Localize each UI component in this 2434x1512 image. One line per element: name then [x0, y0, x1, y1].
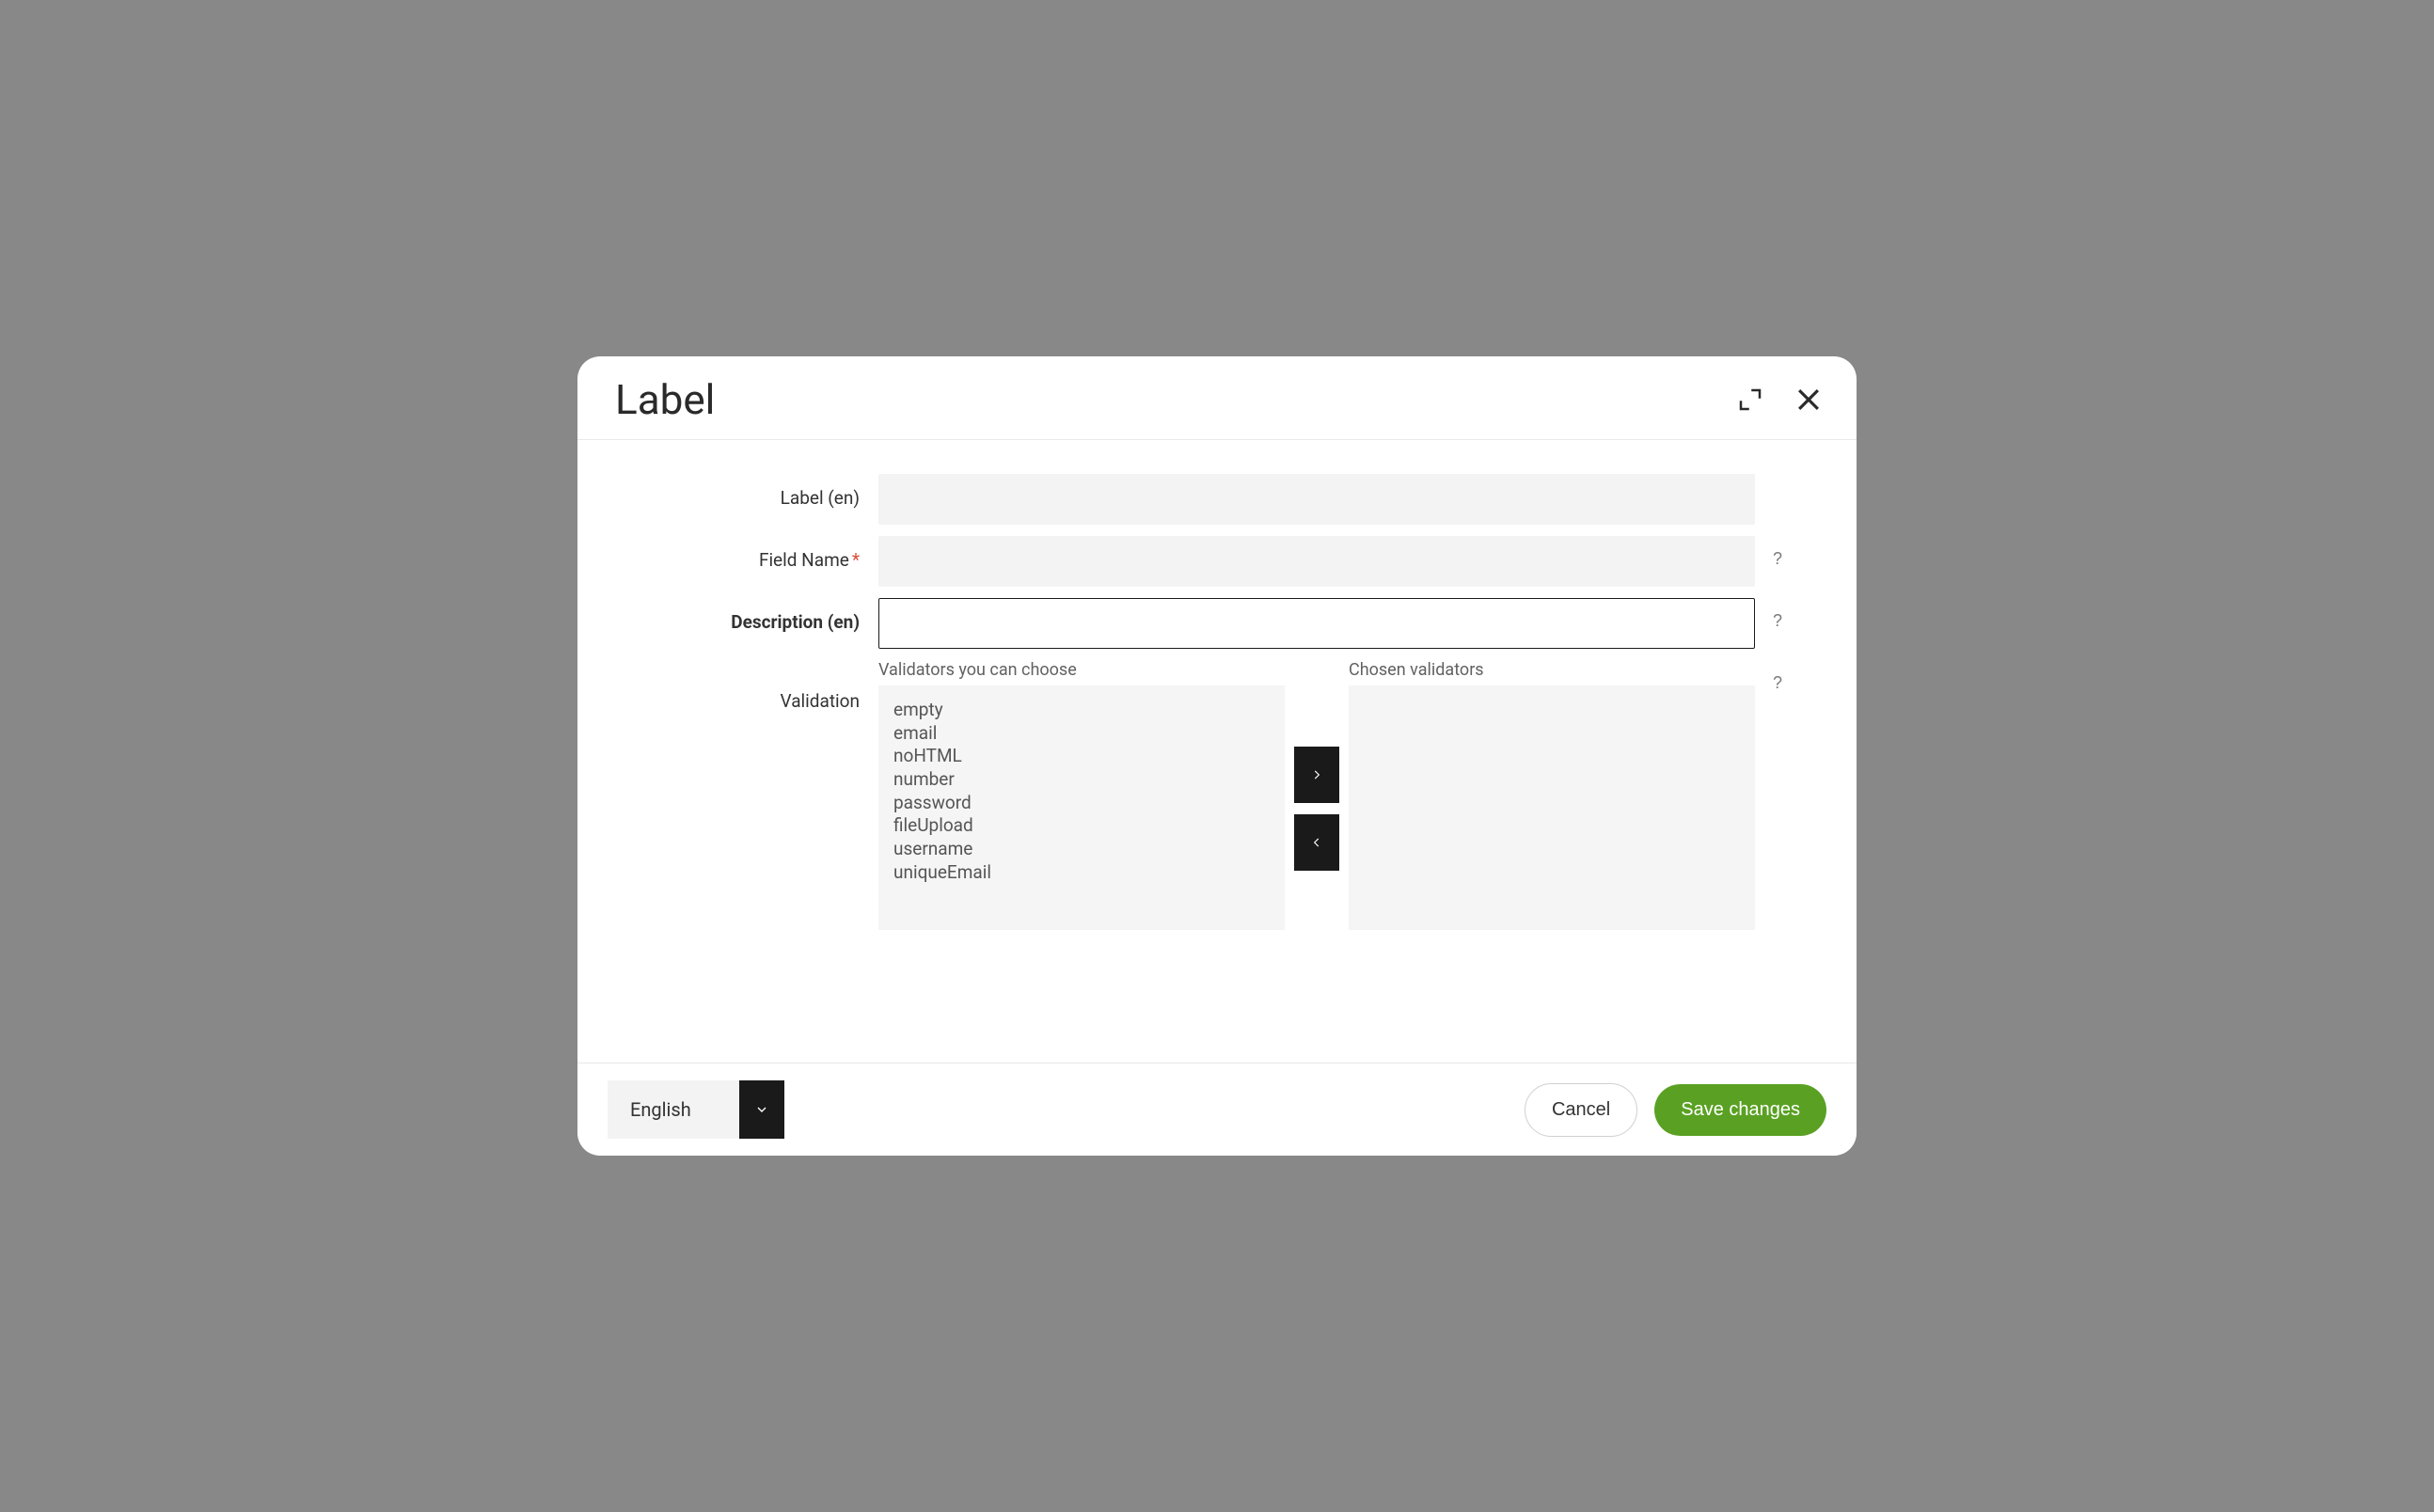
validation-label: Validation — [634, 660, 878, 712]
transfer-buttons — [1294, 660, 1339, 930]
row-description: Description (en) ? — [634, 598, 1800, 649]
language-value: English — [608, 1080, 739, 1139]
chevron-down-icon[interactable] — [739, 1080, 784, 1139]
validator-item[interactable]: fileUpload — [893, 814, 1270, 838]
row-field-name: Field Name* ? — [634, 536, 1800, 587]
row-validation: Validation Validators you can choose emp… — [634, 660, 1800, 930]
chosen-validators-block: Chosen validators — [1349, 660, 1755, 930]
description-label: Description (en) — [634, 598, 878, 633]
required-indicator: * — [852, 549, 860, 571]
language-select[interactable]: English — [608, 1080, 784, 1139]
available-validators-list[interactable]: emptyemailnoHTMLnumberpasswordfileUpload… — [878, 685, 1285, 930]
validator-item[interactable]: noHTML — [893, 745, 1270, 768]
label-en-input[interactable] — [878, 474, 1755, 525]
validator-item[interactable]: password — [893, 792, 1270, 815]
modal-header: Label — [577, 356, 1857, 440]
row-label-en: Label (en) — [634, 474, 1800, 525]
available-validators-block: Validators you can choose emptyemailnoHT… — [878, 660, 1285, 930]
add-validator-button[interactable] — [1294, 747, 1339, 803]
modal-body: Label (en) Field Name* ? Description (en… — [577, 440, 1857, 1063]
footer-actions: Cancel Save changes — [1525, 1083, 1826, 1137]
expand-icon[interactable] — [1732, 382, 1768, 417]
header-actions — [1732, 382, 1826, 417]
validation-transfer: Validators you can choose emptyemailnoHT… — [878, 660, 1755, 930]
available-validators-heading: Validators you can choose — [878, 660, 1285, 680]
label-modal: Label Label (en) — [577, 356, 1857, 1156]
close-icon[interactable] — [1791, 382, 1826, 417]
help-icon[interactable]: ? — [1773, 673, 1782, 693]
description-input[interactable] — [878, 598, 1755, 649]
validator-item[interactable]: uniqueEmail — [893, 861, 1270, 885]
field-name-label: Field Name* — [634, 536, 878, 571]
remove-validator-button[interactable] — [1294, 814, 1339, 871]
chosen-validators-heading: Chosen validators — [1349, 660, 1755, 680]
validator-item[interactable]: username — [893, 838, 1270, 861]
cancel-button[interactable]: Cancel — [1525, 1083, 1637, 1137]
chosen-validators-list[interactable] — [1349, 685, 1755, 930]
help-icon[interactable]: ? — [1773, 611, 1782, 631]
modal-footer: English Cancel Save changes — [577, 1063, 1857, 1156]
validator-item[interactable]: empty — [893, 699, 1270, 722]
field-name-input[interactable] — [878, 536, 1755, 587]
validator-item[interactable]: email — [893, 722, 1270, 746]
modal-title: Label — [615, 375, 715, 424]
label-en-label: Label (en) — [634, 474, 878, 509]
help-icon[interactable]: ? — [1773, 549, 1782, 569]
save-button[interactable]: Save changes — [1654, 1084, 1826, 1136]
validator-item[interactable]: number — [893, 768, 1270, 792]
